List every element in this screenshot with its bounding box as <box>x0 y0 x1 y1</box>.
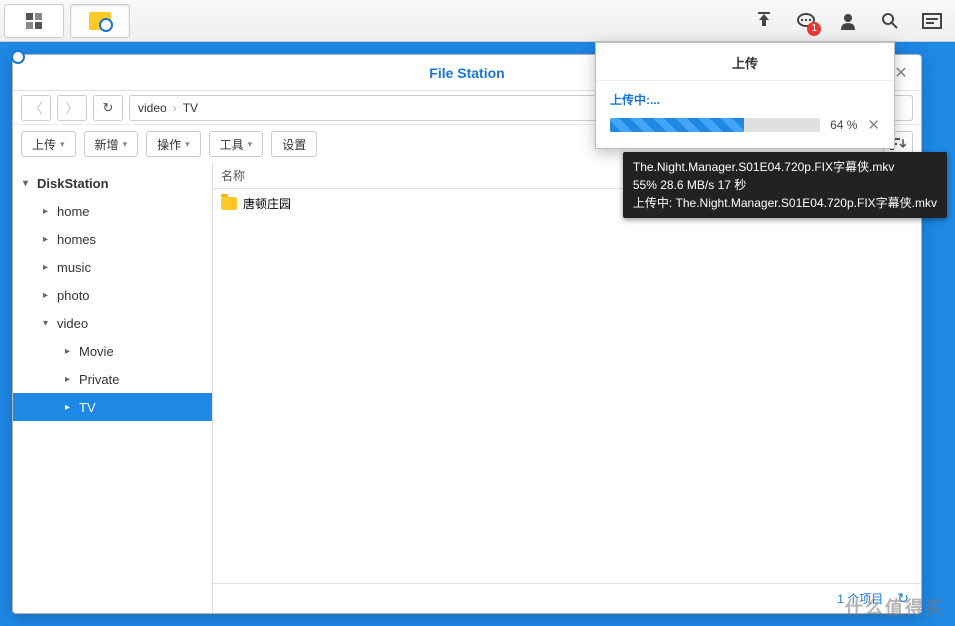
watermark: 什么值得买 <box>845 594 945 620</box>
tree-item-video[interactable]: ▾video <box>13 309 212 337</box>
file-list: 名称 大小 文 唐顿庄园 文件夹 2016/4/13 上午10:58:44 1 … <box>213 163 921 613</box>
tree-item-music[interactable]: ▸music <box>13 253 212 281</box>
tree-item-home[interactable]: ▸home <box>13 197 212 225</box>
tree-root-diskstation[interactable]: ▾DiskStation <box>13 169 212 197</box>
nav-refresh-button[interactable]: ↻ <box>93 95 123 121</box>
upload-progress-fill <box>610 118 744 132</box>
action-button[interactable]: 操作▾ <box>146 131 201 157</box>
tools-button[interactable]: 工具▾ <box>209 131 264 157</box>
tree-item-homes[interactable]: ▸homes <box>13 225 212 253</box>
search-tray-icon[interactable] <box>873 6 907 36</box>
tree-item-movie[interactable]: ▸Movie <box>13 337 212 365</box>
upload-status-label: 上传中:... <box>610 91 880 108</box>
main-menu-button[interactable] <box>4 4 64 38</box>
upload-tray-icon[interactable] <box>747 6 781 36</box>
file-name: 唐顿庄园 <box>243 195 291 212</box>
upload-button[interactable]: 上传▾ <box>21 131 76 157</box>
upload-percent: 64 % <box>830 118 857 132</box>
tooltip-stats: 55% 28.6 MB/s 17 秒 <box>633 176 937 194</box>
sidebar: ▾DiskStation ▸home ▸homes ▸music ▸photo … <box>13 163 213 613</box>
taskbar-filestation-button[interactable] <box>70 4 130 38</box>
col-header-name[interactable]: 名称 <box>213 167 611 184</box>
chevron-right-icon: › <box>173 101 177 115</box>
user-tray-icon[interactable] <box>831 6 865 36</box>
tree-item-photo[interactable]: ▸photo <box>13 281 212 309</box>
upload-tooltip: The.Night.Manager.S01E04.720p.FIX字幕侠.mkv… <box>623 152 947 218</box>
taskbar: 1 <box>0 0 955 42</box>
upload-popup: 上传 上传中:... 64 % ✕ <box>595 42 895 149</box>
widget-tray-icon[interactable] <box>915 6 949 36</box>
nav-back-button[interactable]: 〈 <box>21 95 51 121</box>
tooltip-status: 上传中: The.Night.Manager.S01E04.720p.FIX字幕… <box>633 194 937 212</box>
tree-item-tv[interactable]: ▸TV <box>13 393 212 421</box>
tooltip-filename: The.Night.Manager.S01E04.720p.FIX字幕侠.mkv <box>633 158 937 176</box>
file-station-icon <box>89 12 111 30</box>
notification-tray-icon[interactable]: 1 <box>789 6 823 36</box>
window-title: File Station <box>429 65 504 81</box>
tree-item-private[interactable]: ▸Private <box>13 365 212 393</box>
window-app-icon <box>23 62 45 84</box>
upload-cancel-button[interactable]: ✕ <box>867 116 880 134</box>
upload-popup-title: 上传 <box>596 43 894 81</box>
nav-forward-button[interactable]: 〉 <box>57 95 87 121</box>
settings-button[interactable]: 设置 <box>271 131 317 157</box>
status-bar: 1 个项目 ↻ <box>213 583 921 613</box>
create-button[interactable]: 新增▾ <box>84 131 139 157</box>
breadcrumb-segment[interactable]: video <box>138 101 167 115</box>
upload-progress-bar <box>610 118 820 132</box>
breadcrumb-segment[interactable]: TV <box>183 101 198 115</box>
notification-badge: 1 <box>807 22 821 36</box>
folder-icon <box>221 197 237 210</box>
